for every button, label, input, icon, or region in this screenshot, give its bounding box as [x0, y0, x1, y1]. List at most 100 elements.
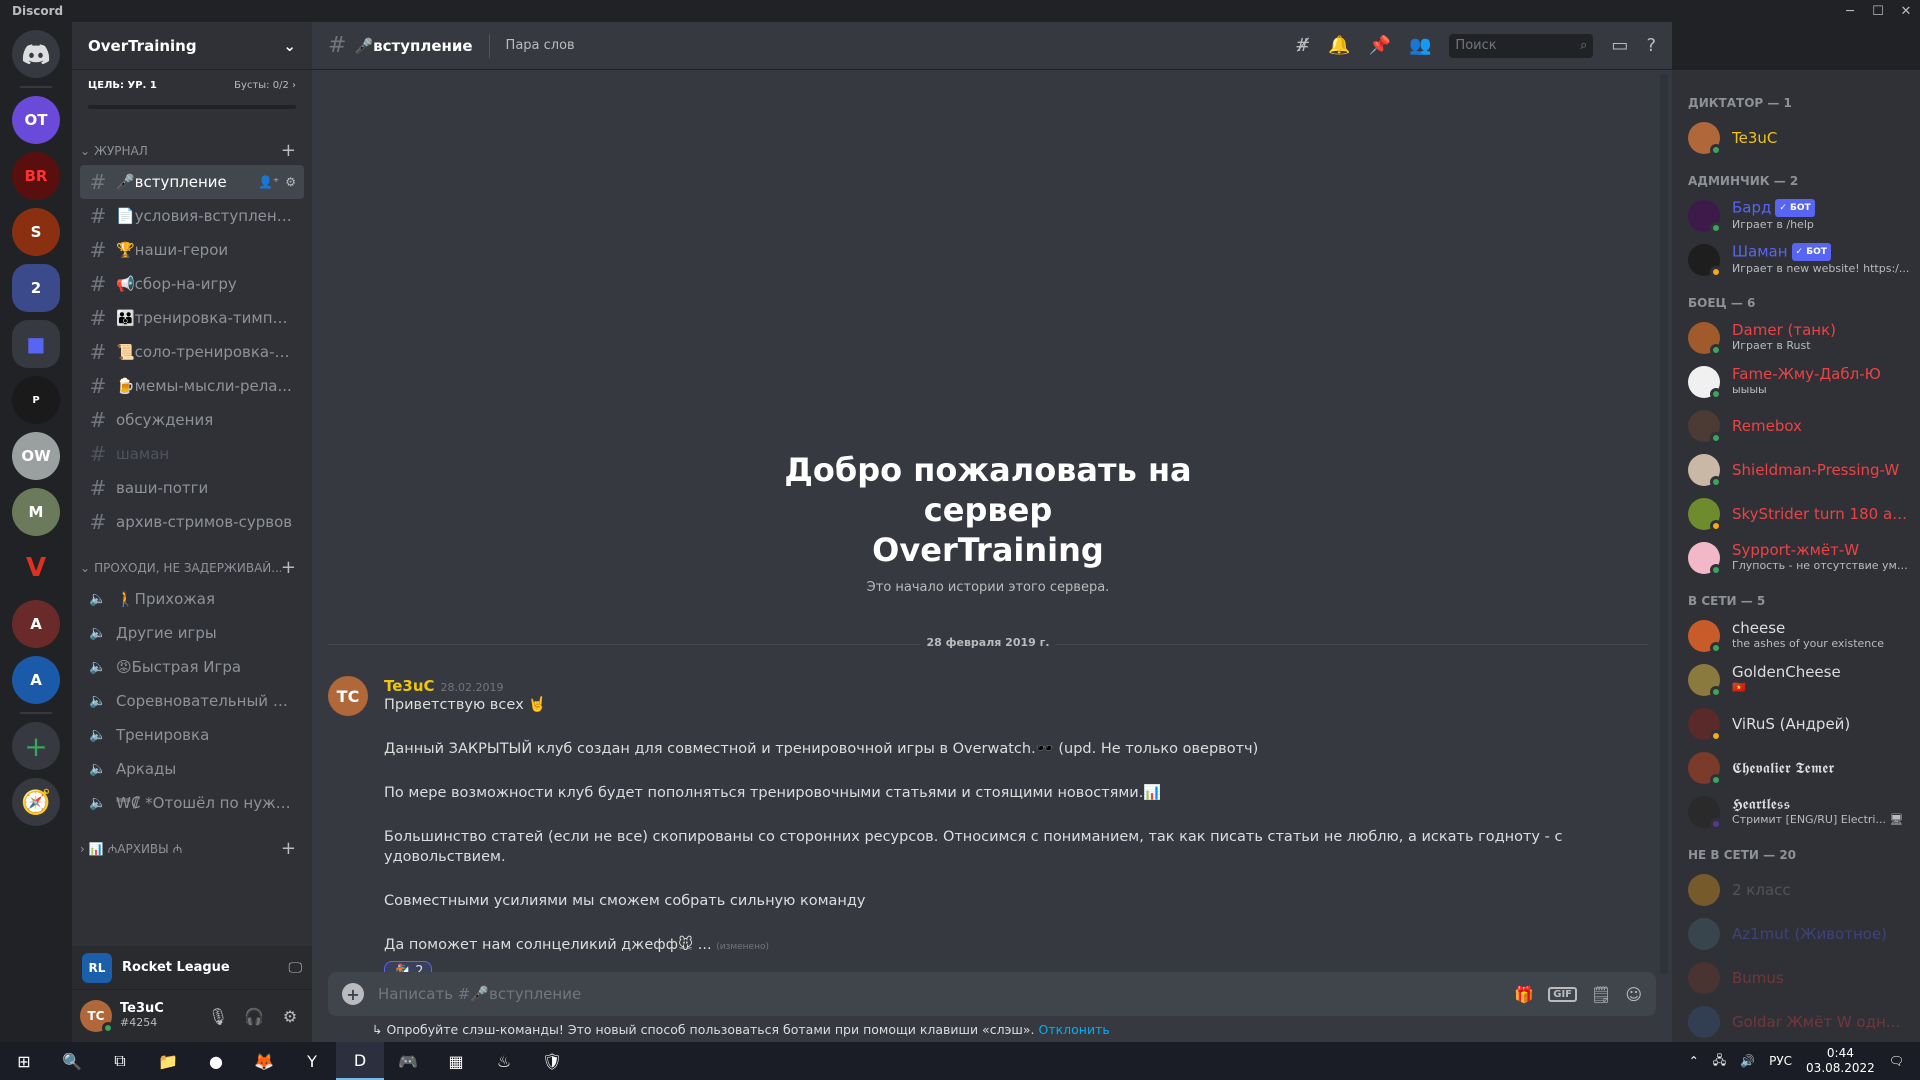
- search-input[interactable]: Поиск ⌕: [1449, 33, 1594, 58]
- explore-servers-icon[interactable]: 🧭: [12, 778, 60, 826]
- gift-icon[interactable]: 🎁: [1514, 985, 1534, 1004]
- channel-item[interactable]: # 🍺мемы-мысли-рела...: [80, 369, 304, 403]
- member-item[interactable]: Шаман ✓ БОТ Играет в new website! https:/.…: [1688, 238, 1912, 282]
- member-item[interactable]: Damer (танк) Играет в Rust: [1688, 316, 1912, 360]
- volume-icon[interactable]: 🔊: [1740, 1054, 1755, 1068]
- channel-item[interactable]: # 🏆наши-герои: [80, 233, 304, 267]
- message-author[interactable]: Te3uC: [384, 677, 435, 695]
- gear-icon[interactable]: ⚙: [285, 175, 296, 189]
- inbox-icon[interactable]: ▭: [1611, 35, 1628, 56]
- clock[interactable]: 0:44 03.08.2022: [1806, 1046, 1875, 1076]
- server-header[interactable]: OverTraining ⌄: [72, 22, 312, 70]
- server-icon-8[interactable]: V: [12, 544, 60, 592]
- add-channel-icon[interactable]: +: [281, 557, 296, 578]
- server-icon-9[interactable]: A: [12, 600, 60, 648]
- server-icon-overtraining[interactable]: OT: [12, 96, 60, 144]
- server-icon-7[interactable]: M: [12, 488, 60, 536]
- channel-item[interactable]: # ваши-потги: [80, 471, 304, 505]
- invite-icon[interactable]: 👤⁺: [258, 175, 279, 189]
- game-icon[interactable]: 🎮: [384, 1042, 432, 1080]
- server-icon-3[interactable]: S: [12, 208, 60, 256]
- channel-item[interactable]: # архив-стримов-сурвов: [80, 505, 304, 539]
- member-item[interactable]: Fame-Жму-Дабл-Ю ыыыы: [1688, 360, 1912, 404]
- member-item[interactable]: Бард ✓ БОТ Играет в /help: [1688, 194, 1912, 238]
- member-item[interactable]: GoldenCheese 🇻🇳: [1688, 658, 1912, 702]
- channel-topic[interactable]: Пара слов: [506, 38, 575, 53]
- start-icon[interactable]: ⊞: [0, 1042, 48, 1080]
- channel-category[interactable]: ⌄📄 СОВЕТЫ И ПОДСКАЗКИ ДЛ...+: [72, 863, 312, 874]
- channel-item[interactable]: 🔈 ₩₡ *Отошёл по нужде*: [80, 786, 304, 820]
- bell-icon[interactable]: 🔔: [1328, 35, 1350, 56]
- help-icon[interactable]: ?: [1646, 35, 1656, 56]
- notifications-icon[interactable]: 🗨: [1889, 1054, 1904, 1068]
- maximize-icon[interactable]: ☐: [1864, 4, 1892, 19]
- yandex-icon[interactable]: Y: [288, 1042, 336, 1080]
- task-view-icon[interactable]: ⧉: [96, 1042, 144, 1080]
- member-list-icon[interactable]: 👥: [1409, 35, 1431, 56]
- folder-icon[interactable]: ■: [12, 320, 60, 368]
- channel-category[interactable]: ⌄ ЖУРНАЛ +: [72, 122, 312, 165]
- channel-item[interactable]: # 📜соло-тренировка-н...: [80, 335, 304, 369]
- threads-icon[interactable]: #̸: [1295, 35, 1310, 56]
- gear-icon[interactable]: ⚙: [276, 1007, 304, 1026]
- close-icon[interactable]: ✕: [1892, 4, 1920, 19]
- avatar[interactable]: TC: [80, 1000, 114, 1034]
- gif-button[interactable]: GIF: [1548, 986, 1577, 1002]
- channel-category[interactable]: › 📊 ₼АРХИВЫ ₼ +: [72, 820, 312, 863]
- minimize-icon[interactable]: ─: [1836, 4, 1864, 19]
- channel-item[interactable]: 🔈 Аркады: [80, 752, 304, 786]
- file-explorer-icon[interactable]: 📁: [144, 1042, 192, 1080]
- emoji-icon[interactable]: ☺: [1625, 985, 1642, 1004]
- channel-item[interactable]: 🔈 😡Быстрая Игра: [80, 650, 304, 684]
- avatar[interactable]: TC: [328, 676, 368, 716]
- scrollbar[interactable]: [1660, 74, 1668, 974]
- server-icon-10[interactable]: А: [12, 656, 60, 704]
- dismiss-link[interactable]: Отклонить: [1038, 1022, 1109, 1037]
- network-icon[interactable]: 🖧: [1713, 1051, 1726, 1072]
- attach-plus-icon[interactable]: +: [342, 983, 364, 1005]
- channel-item[interactable]: 🔈 Тренировка: [80, 718, 304, 752]
- steam-icon[interactable]: ♨: [480, 1042, 528, 1080]
- member-item[interactable]: Sypport-жмёт-W Глупость - не отсутствие у…: [1688, 536, 1912, 580]
- message-input[interactable]: Написать #🎤вступление: [378, 985, 1500, 1003]
- member-item[interactable]: Remebox: [1688, 404, 1912, 448]
- channel-item[interactable]: # 📢сбор-на-игру: [80, 267, 304, 301]
- member-item[interactable]: Bumus: [1688, 956, 1912, 1000]
- headphones-icon[interactable]: 🎧: [240, 1007, 268, 1026]
- add-server-icon[interactable]: +: [12, 722, 60, 770]
- channel-item[interactable]: 🔈 Другие игры: [80, 616, 304, 650]
- member-item[interactable]: 𝕮𝖍𝖊𝖛𝖆𝖑𝖎𝖊𝖗 𝕿𝖊𝖒𝖊𝖗: [1688, 746, 1912, 790]
- member-item[interactable]: Shieldman-Pressing-W: [1688, 448, 1912, 492]
- member-item[interactable]: Te3uC: [1688, 116, 1912, 160]
- member-item[interactable]: SkyStrider turn 180 an...: [1688, 492, 1912, 536]
- pin-icon[interactable]: 📌: [1369, 35, 1391, 56]
- channel-item[interactable]: # 📄условия-вступлени...: [80, 199, 304, 233]
- channel-item[interactable]: # 👪тренировка-тимплэя: [80, 301, 304, 335]
- chrome-icon[interactable]: ●: [192, 1042, 240, 1080]
- channel-item[interactable]: # обсуждения: [80, 403, 304, 437]
- channel-item[interactable]: 🔈 🚶Прихожая: [80, 582, 304, 616]
- member-item[interactable]: 𝕳𝖊𝖆𝖗𝖙𝖑𝖊𝖘𝖘 Стримит [ENG/RU] Electri... 🖥: [1688, 790, 1912, 834]
- firefox-icon[interactable]: 🦊: [240, 1042, 288, 1080]
- search-icon[interactable]: 🔍: [48, 1042, 96, 1080]
- app-icon[interactable]: ▦: [432, 1042, 480, 1080]
- member-item[interactable]: cheese the ashes of your existence: [1688, 614, 1912, 658]
- member-item[interactable]: Goldar Жмёт W одн...: [1688, 1000, 1912, 1042]
- discord-home-icon[interactable]: [12, 30, 60, 78]
- microphone-icon[interactable]: 🎙: [204, 1007, 232, 1026]
- member-item[interactable]: 2 класс: [1688, 868, 1912, 912]
- channel-item[interactable]: # шаман: [80, 437, 304, 471]
- discord-icon[interactable]: D: [336, 1042, 384, 1080]
- channel-category[interactable]: ⌄ ПРОХОДИ, НЕ ЗАДЕРЖИВАЙ... +: [72, 539, 312, 582]
- add-channel-icon[interactable]: +: [281, 838, 296, 859]
- channel-item[interactable]: 🔈 Соревновательный Ре...: [80, 684, 304, 718]
- server-folder-icon[interactable]: 2: [12, 264, 60, 312]
- member-item[interactable]: Az1mut (Животное): [1688, 912, 1912, 956]
- screen-share-icon[interactable]: 🖵: [289, 960, 303, 976]
- add-channel-icon[interactable]: +: [281, 140, 296, 161]
- shield-icon[interactable]: 🛡: [528, 1042, 576, 1080]
- chevron-up-icon[interactable]: ⌃: [1689, 1054, 1699, 1068]
- channel-item[interactable]: # 🎤вступление 👤⁺ ⚙: [80, 165, 304, 199]
- server-icon-6[interactable]: OW: [12, 432, 60, 480]
- boost-goal[interactable]: ЦЕЛЬ: УР. 1 Бусты: 0/2 ›: [72, 70, 312, 116]
